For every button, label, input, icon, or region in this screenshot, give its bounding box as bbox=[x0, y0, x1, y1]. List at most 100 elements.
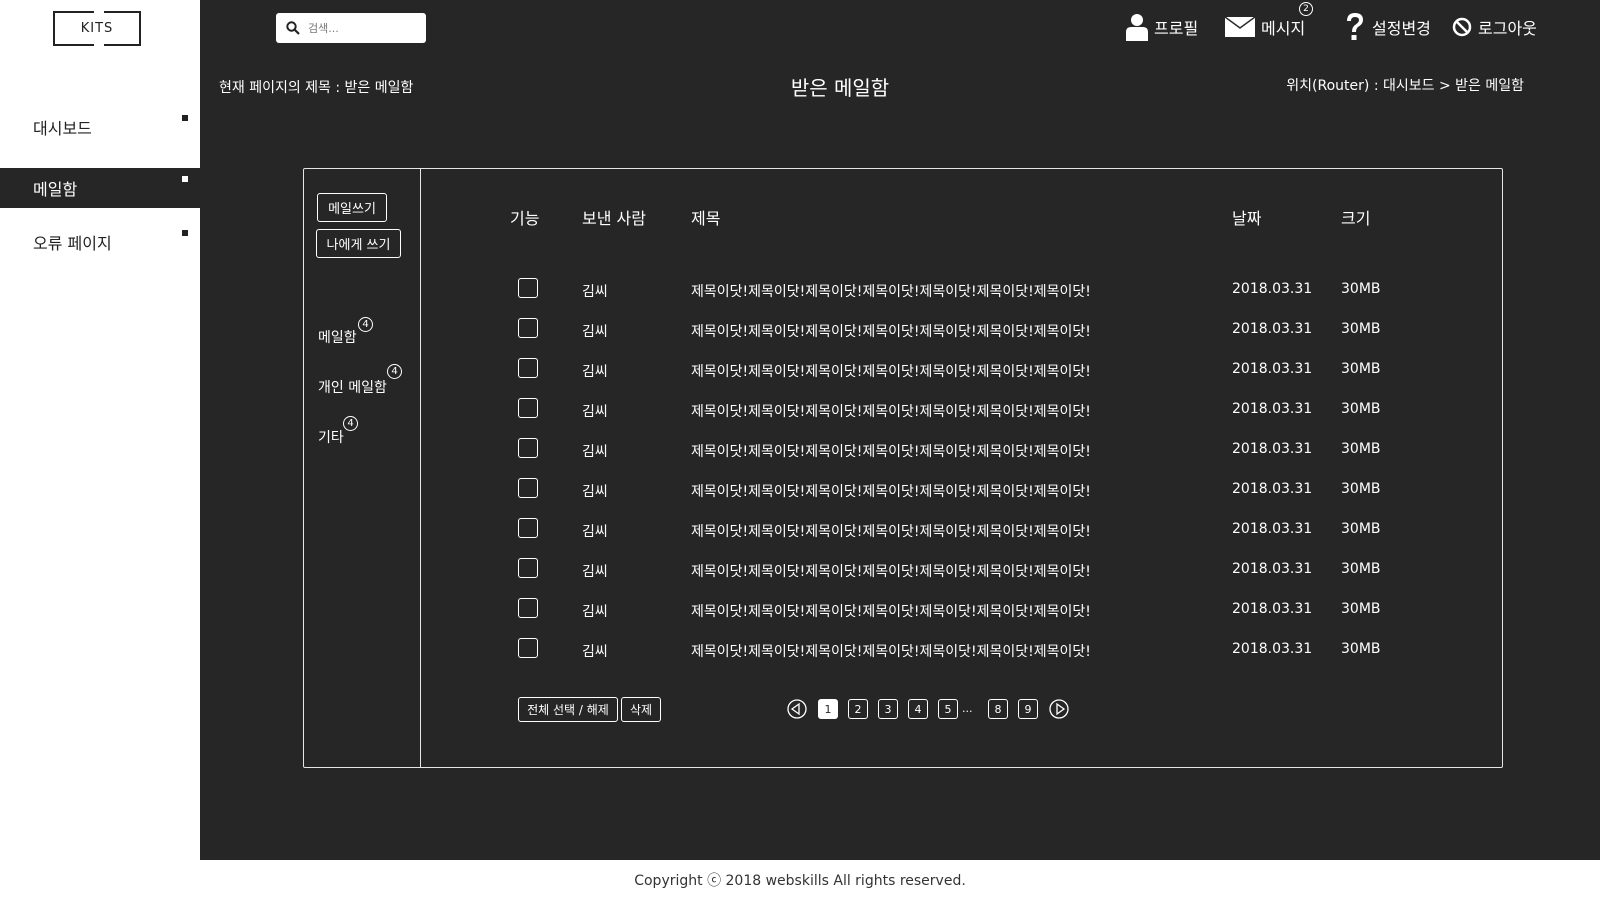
page-button[interactable]: 3 bbox=[878, 699, 898, 719]
row-size: 30MB bbox=[1341, 321, 1381, 337]
copyright-text: Copyright ⓒ 2018 webskills All rights re… bbox=[634, 873, 966, 889]
pagination-ellipsis: ... bbox=[962, 702, 973, 715]
logout-label: 로그아웃 bbox=[1478, 19, 1537, 38]
row-sender: 김씨 bbox=[582, 324, 608, 340]
delete-button[interactable]: 삭제 bbox=[621, 697, 661, 722]
page-button[interactable]: 4 bbox=[908, 699, 928, 719]
row-size: 30MB bbox=[1341, 281, 1381, 297]
row-date: 2018.03.31 bbox=[1232, 521, 1313, 537]
compose-button[interactable]: 메일쓰기 bbox=[317, 193, 387, 222]
row-size: 30MB bbox=[1341, 361, 1381, 377]
search-input[interactable] bbox=[308, 21, 418, 35]
row-checkbox[interactable] bbox=[518, 438, 538, 458]
header-subject: 제목 bbox=[691, 209, 721, 228]
table-row[interactable]: 김씨 제목이닷!제목이닷!제목이닷!제목이닷!제목이닷!제목이닷!제목이닷! 201… bbox=[304, 313, 1384, 353]
row-date: 2018.03.31 bbox=[1232, 481, 1313, 497]
table-row[interactable]: 김씨 제목이닷!제목이닷!제목이닷!제목이닷!제목이닷!제목이닷!제목이닷! 201… bbox=[304, 393, 1384, 433]
header-date: 날짜 bbox=[1232, 209, 1262, 228]
header-function: 기능 bbox=[510, 209, 540, 228]
table-row[interactable]: 김씨 제목이닷!제목이닷!제목이닷!제목이닷!제목이닷!제목이닷!제목이닷! 201… bbox=[304, 593, 1384, 633]
row-size: 30MB bbox=[1341, 601, 1381, 617]
row-sender: 김씨 bbox=[582, 284, 608, 300]
row-subject[interactable]: 제목이닷!제목이닷!제목이닷!제목이닷!제목이닷!제목이닷!제목이닷! bbox=[691, 561, 1091, 581]
table-row[interactable]: 김씨 제목이닷!제목이닷!제목이닷!제목이닷!제목이닷!제목이닷!제목이닷! 201… bbox=[304, 633, 1384, 673]
sidebar-item-label: 메일함 bbox=[33, 180, 78, 199]
page-button[interactable]: 8 bbox=[988, 699, 1008, 719]
header-sender: 보낸 사람 bbox=[582, 209, 646, 228]
search-icon bbox=[286, 21, 300, 35]
table-row[interactable]: 김씨 제목이닷!제목이닷!제목이닷!제목이닷!제목이닷!제목이닷!제목이닷! 201… bbox=[304, 353, 1384, 393]
next-page-icon[interactable] bbox=[1049, 699, 1069, 719]
row-checkbox[interactable] bbox=[518, 598, 538, 618]
row-subject[interactable]: 제목이닷!제목이닷!제목이닷!제목이닷!제목이닷!제목이닷!제목이닷! bbox=[691, 321, 1091, 341]
row-date: 2018.03.31 bbox=[1232, 441, 1313, 457]
row-size: 30MB bbox=[1341, 521, 1381, 537]
profile-link[interactable]: 프로필 bbox=[1126, 0, 1198, 54]
header-size: 크기 bbox=[1341, 209, 1371, 228]
question-icon bbox=[1347, 13, 1363, 40]
row-subject[interactable]: 제목이닷!제목이닷!제목이닷!제목이닷!제목이닷!제목이닷!제목이닷! bbox=[691, 441, 1091, 461]
row-size: 30MB bbox=[1341, 441, 1381, 457]
ban-icon bbox=[1452, 17, 1472, 37]
table-row[interactable]: 김씨 제목이닷!제목이닷!제목이닷!제목이닷!제목이닷!제목이닷!제목이닷! 201… bbox=[304, 553, 1384, 593]
logout-link[interactable]: 로그아웃 bbox=[1452, 0, 1537, 54]
row-sender: 김씨 bbox=[582, 564, 608, 580]
table-row[interactable]: 김씨 제목이닷!제목이닷!제목이닷!제목이닷!제목이닷!제목이닷!제목이닷! 201… bbox=[304, 433, 1384, 473]
user-icon bbox=[1126, 14, 1148, 41]
arrow-right-icon bbox=[182, 115, 188, 121]
prev-page-icon[interactable] bbox=[787, 699, 807, 719]
row-size: 30MB bbox=[1341, 641, 1381, 657]
sidebar-item-mailbox[interactable]: 메일함 bbox=[0, 168, 200, 208]
row-subject[interactable]: 제목이닷!제목이닷!제목이닷!제목이닷!제목이닷!제목이닷!제목이닷! bbox=[691, 641, 1091, 661]
row-size: 30MB bbox=[1341, 561, 1381, 577]
row-checkbox[interactable] bbox=[518, 318, 538, 338]
row-checkbox[interactable] bbox=[518, 478, 538, 498]
row-checkbox[interactable] bbox=[518, 638, 538, 658]
table-row[interactable]: 김씨 제목이닷!제목이닷!제목이닷!제목이닷!제목이닷!제목이닷!제목이닷! 201… bbox=[304, 473, 1384, 513]
row-sender: 김씨 bbox=[582, 644, 608, 660]
arrow-right-icon bbox=[182, 176, 188, 182]
row-subject[interactable]: 제목이닷!제목이닷!제목이닷!제목이닷!제목이닷!제목이닷!제목이닷! bbox=[691, 401, 1091, 421]
select-all-button[interactable]: 전체 선택 / 해제 bbox=[518, 697, 618, 722]
row-checkbox[interactable] bbox=[518, 558, 538, 578]
row-date: 2018.03.31 bbox=[1232, 641, 1313, 657]
message-label: 메시지 bbox=[1261, 19, 1306, 38]
table-row[interactable]: 김씨 제목이닷!제목이닷!제목이닷!제목이닷!제목이닷!제목이닷!제목이닷! 201… bbox=[304, 513, 1384, 553]
row-checkbox[interactable] bbox=[518, 278, 538, 298]
logo[interactable]: KITS bbox=[53, 10, 141, 47]
mail-panel: 메일쓰기 나에게 쓰기 메일함 4 개인 메일함 4 기타 4 기능 보낸 사람… bbox=[303, 168, 1503, 768]
message-link[interactable]: 메시지 2 bbox=[1225, 0, 1313, 54]
message-badge: 2 bbox=[1299, 2, 1313, 16]
row-checkbox[interactable] bbox=[518, 398, 538, 418]
sidebar-item-dashboard[interactable]: 대시보드 bbox=[0, 107, 200, 147]
sidebar: KITS 대시보드 메일함 오류 페이지 bbox=[0, 0, 200, 860]
row-checkbox[interactable] bbox=[518, 518, 538, 538]
row-size: 30MB bbox=[1341, 481, 1381, 497]
row-subject[interactable]: 제목이닷!제목이닷!제목이닷!제목이닷!제목이닷!제목이닷!제목이닷! bbox=[691, 521, 1091, 541]
profile-label: 프로필 bbox=[1154, 19, 1199, 38]
row-sender: 김씨 bbox=[582, 484, 608, 500]
arrow-right-icon bbox=[182, 230, 188, 236]
page-button[interactable]: 2 bbox=[848, 699, 868, 719]
row-subject[interactable]: 제목이닷!제목이닷!제목이닷!제목이닷!제목이닷!제목이닷!제목이닷! bbox=[691, 281, 1091, 301]
main-area: 프로필 메시지 2 설정변경 로그아웃 현재 페이지의 제목 : 받은 메일함 … bbox=[200, 0, 1600, 860]
page-title: 받은 메일함 bbox=[790, 76, 890, 100]
sidebar-item-label: 오류 페이지 bbox=[33, 234, 112, 253]
page-button[interactable]: 1 bbox=[818, 699, 838, 719]
row-subject[interactable]: 제목이닷!제목이닷!제목이닷!제목이닷!제목이닷!제목이닷!제목이닷! bbox=[691, 481, 1091, 501]
sidebar-item-error-page[interactable]: 오류 페이지 bbox=[0, 222, 200, 262]
row-subject[interactable]: 제목이닷!제목이닷!제목이닷!제목이닷!제목이닷!제목이닷!제목이닷! bbox=[691, 361, 1091, 381]
write-to-me-button[interactable]: 나에게 쓰기 bbox=[316, 229, 401, 258]
row-sender: 김씨 bbox=[582, 524, 608, 540]
page-button[interactable]: 9 bbox=[1018, 699, 1038, 719]
settings-link[interactable]: 설정변경 bbox=[1344, 0, 1431, 54]
row-date: 2018.03.31 bbox=[1232, 601, 1313, 617]
footer: Copyright ⓒ 2018 webskills All rights re… bbox=[0, 860, 1600, 900]
page-button[interactable]: 5 bbox=[938, 699, 958, 719]
row-subject[interactable]: 제목이닷!제목이닷!제목이닷!제목이닷!제목이닷!제목이닷!제목이닷! bbox=[691, 601, 1091, 621]
row-date: 2018.03.31 bbox=[1232, 281, 1313, 297]
table-row[interactable]: 김씨 제목이닷!제목이닷!제목이닷!제목이닷!제목이닷!제목이닷!제목이닷! 201… bbox=[304, 273, 1384, 313]
settings-label: 설정변경 bbox=[1372, 19, 1431, 38]
row-checkbox[interactable] bbox=[518, 358, 538, 378]
search-box bbox=[276, 13, 426, 43]
